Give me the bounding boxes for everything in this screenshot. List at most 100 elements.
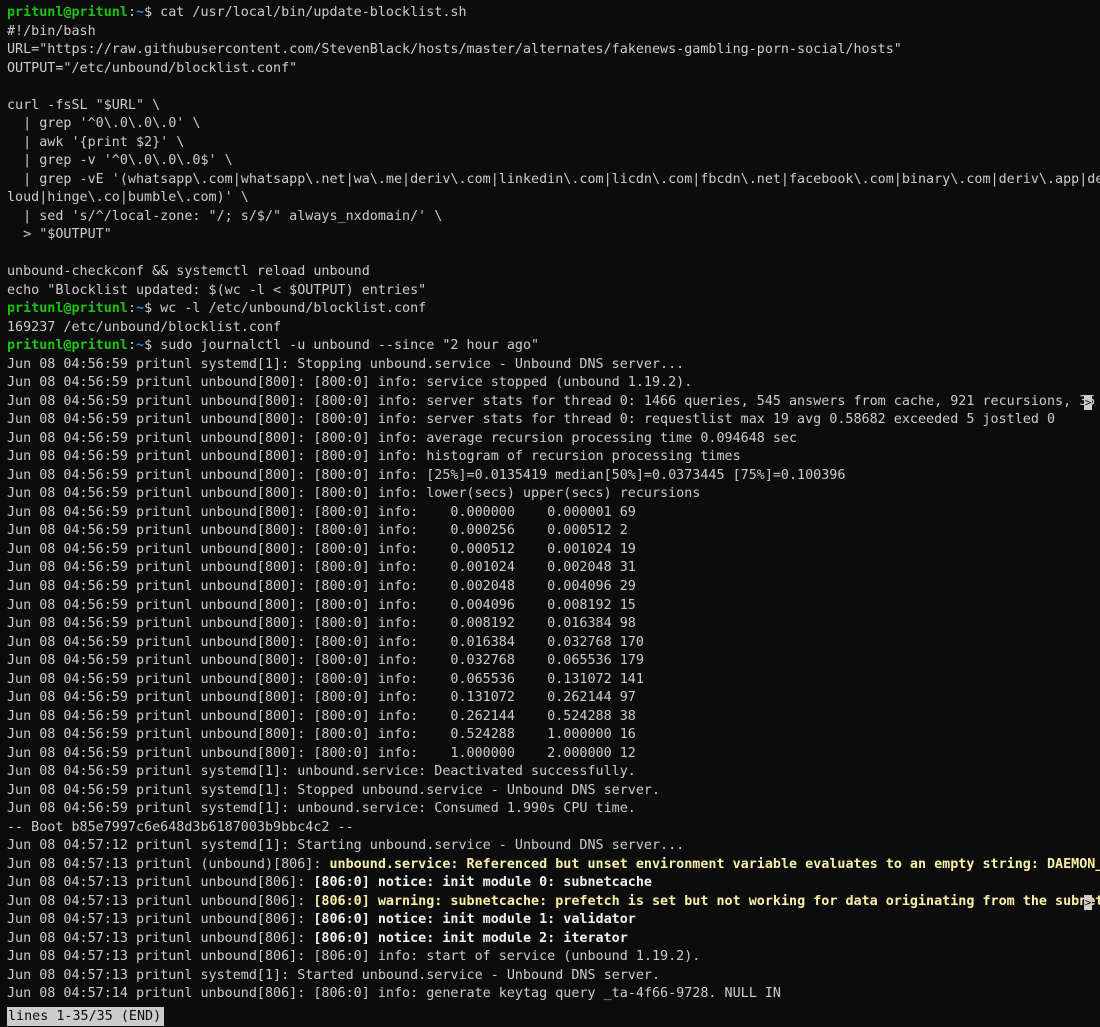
line-text: loud|hinge\.co|bumble\.com)' \ [7, 190, 249, 206]
pager-status-text: lines 1-35/35 (END) [8, 1009, 162, 1024]
prompt-separator: : [127, 338, 136, 354]
output-line: -- Boot b85e7997c6e648d3b6187003b9bbc4c2… [7, 819, 1100, 838]
terminal-output[interactable]: pritunl@pritunl:~$ cat /usr/local/bin/up… [7, 4, 1100, 1027]
output-line: | grep -v '^0\.0\.0\.0$' \ [7, 152, 1100, 171]
line-text: unbound-checkconf && systemctl reload un… [7, 264, 370, 280]
line-text: | grep -vE '(whatsapp\.com|whatsapp\.net… [7, 171, 1100, 187]
output-line: echo "Blocklist updated: $(wc -l < $OUTP… [7, 282, 1100, 301]
prompt-user-host: pritunl@pritunl [7, 301, 128, 317]
prompt-path: ~ [136, 338, 145, 354]
log-prefix: Jun 08 04:57:13 pritunl unbound[806]: [7, 875, 314, 891]
truncated-line-indicator: > [1084, 894, 1092, 910]
output-line: Jun 08 04:57:13 pritunl systemd[1]: Star… [7, 967, 1100, 986]
truncated-line-indicator: > [1084, 394, 1092, 410]
line-text: Jun 08 04:57:12 pritunl systemd[1]: Star… [7, 838, 685, 854]
output-line: curl -fsSL "$URL" \ [7, 97, 1100, 116]
log-notice-text: [806:0] notice: init module 2: iterator [313, 930, 628, 946]
output-line: Jun 08 04:56:59 pritunl unbound[800]: [8… [7, 671, 1100, 690]
shell-prompt-line: pritunl@pritunl:~$ cat /usr/local/bin/up… [7, 4, 1100, 23]
prompt-path: ~ [136, 5, 145, 20]
pager-status-bar: lines 1-35/35 (END) [7, 1007, 165, 1026]
log-notice-text: [806:0] notice: init module 0: subnetcac… [313, 875, 652, 891]
line-text: Jun 08 04:56:59 pritunl unbound[800]: [8… [7, 578, 636, 594]
line-text: Jun 08 04:56:59 pritunl unbound[800]: [8… [7, 560, 636, 576]
output-line: Jun 08 04:56:59 pritunl unbound[800]: [8… [7, 393, 1100, 412]
prompt-symbol: $ [144, 5, 153, 20]
line-text: Jun 08 04:57:13 pritunl systemd[1]: Star… [7, 967, 661, 983]
output-line: | sed 's/^/local-zone: "/; s/$/" always_… [7, 208, 1100, 227]
output-line: Jun 08 04:57:13 pritunl unbound[806]: [8… [7, 911, 1100, 930]
output-line: | grep -vE '(whatsapp\.com|whatsapp\.net… [7, 171, 1100, 190]
log-notice-text: [806:0] notice: init module 1: validator [313, 912, 636, 928]
line-text: Jun 08 04:56:59 pritunl unbound[800]: [8… [7, 523, 628, 539]
log-warning-text: unbound.service: Referenced but unset en… [329, 856, 1100, 872]
output-line: Jun 08 04:56:59 pritunl unbound[800]: [8… [7, 541, 1100, 560]
line-text: echo "Blocklist updated: $(wc -l < $OUTP… [7, 282, 427, 298]
line-text: OUTPUT="/etc/unbound/blocklist.conf" [7, 60, 298, 76]
log-warning-text: [806:0] warning: subnetcache: prefetch i… [313, 893, 1100, 909]
prompt-user-host: pritunl@pritunl [7, 338, 128, 354]
output-line: Jun 08 04:56:59 pritunl unbound[800]: [8… [7, 467, 1100, 486]
line-text: > "$OUTPUT" [7, 227, 112, 243]
log-prefix: Jun 08 04:57:13 pritunl (unbound)[806]: [7, 856, 330, 872]
output-line: Jun 08 04:56:59 pritunl unbound[800]: [8… [7, 485, 1100, 504]
output-line: Jun 08 04:56:59 pritunl systemd[1]: Stop… [7, 356, 1100, 375]
output-line: URL="https://raw.githubusercontent.com/S… [7, 41, 1100, 60]
output-line: Jun 08 04:57:13 pritunl unbound[806]: [8… [7, 874, 1100, 893]
shell-prompt-line: pritunl@pritunl:~$ sudo journalctl -u un… [7, 337, 1100, 356]
output-line: Jun 08 04:57:13 pritunl (unbound)[806]: … [7, 856, 1100, 875]
line-text: Jun 08 04:56:59 pritunl systemd[1]: Stop… [7, 782, 661, 798]
output-line: Jun 08 04:57:13 pritunl unbound[806]: [8… [7, 948, 1100, 967]
line-text: Jun 08 04:57:14 pritunl unbound[806]: [8… [7, 986, 781, 1002]
log-prefix: Jun 08 04:57:13 pritunl unbound[806]: [7, 930, 314, 946]
line-text: Jun 08 04:56:59 pritunl systemd[1]: unbo… [7, 801, 636, 817]
line-text: Jun 08 04:56:59 pritunl unbound[800]: [8… [7, 671, 644, 687]
command-text: wc -l /etc/unbound/blocklist.conf [152, 301, 427, 317]
prompt-user-host: pritunl@pritunl [7, 5, 128, 20]
prompt-separator: : [127, 301, 136, 317]
line-text: Jun 08 04:56:59 pritunl unbound[800]: [8… [7, 690, 636, 706]
line-text: | grep -v '^0\.0\.0\.0$' \ [7, 153, 233, 169]
prompt-symbol: $ [144, 338, 153, 354]
output-line: Jun 08 04:56:59 pritunl unbound[800]: [8… [7, 578, 1100, 597]
output-line: | awk '{print $2}' \ [7, 134, 1100, 153]
prompt-path: ~ [136, 301, 145, 317]
line-text: Jun 08 04:56:59 pritunl unbound[800]: [8… [7, 504, 636, 520]
line-text: Jun 08 04:56:59 pritunl unbound[800]: [8… [7, 430, 798, 446]
output-line: Jun 08 04:56:59 pritunl unbound[800]: [8… [7, 597, 1100, 616]
terminal-window[interactable]: { "lines": [ {"type":"prompt","user":"pr… [0, 0, 1100, 1027]
output-line: Jun 08 04:56:59 pritunl unbound[800]: [8… [7, 745, 1100, 764]
command-text: sudo journalctl -u unbound --since "2 ho… [152, 338, 540, 354]
line-text: Jun 08 04:57:13 pritunl unbound[806]: [8… [7, 949, 701, 965]
output-line: Jun 08 04:56:59 pritunl unbound[800]: [8… [7, 689, 1100, 708]
line-text: | grep '^0\.0\.0\.0' \ [7, 116, 201, 132]
line-text: #!/bin/bash [7, 23, 96, 39]
output-line: Jun 08 04:56:59 pritunl unbound[800]: [8… [7, 374, 1100, 393]
output-line: Jun 08 04:56:59 pritunl unbound[800]: [8… [7, 504, 1100, 523]
line-text: Jun 08 04:56:59 pritunl unbound[800]: [8… [7, 541, 636, 557]
output-line: Jun 08 04:56:59 pritunl unbound[800]: [8… [7, 522, 1100, 541]
line-text: Jun 08 04:56:59 pritunl unbound[800]: [8… [7, 708, 636, 724]
line-text: URL="https://raw.githubusercontent.com/S… [7, 42, 902, 58]
line-text: Jun 08 04:56:59 pritunl unbound[800]: [8… [7, 486, 701, 502]
output-line: Jun 08 04:56:59 pritunl unbound[800]: [8… [7, 615, 1100, 634]
output-line: 169237 /etc/unbound/blocklist.conf [7, 319, 1100, 338]
output-line: Jun 08 04:56:59 pritunl unbound[800]: [8… [7, 634, 1100, 653]
output-line: Jun 08 04:56:59 pritunl systemd[1]: unbo… [7, 763, 1100, 782]
line-text: Jun 08 04:56:59 pritunl unbound[800]: [8… [7, 745, 636, 761]
output-line: Jun 08 04:56:59 pritunl unbound[800]: [8… [7, 559, 1100, 578]
output-line: Jun 08 04:57:13 pritunl unbound[806]: [8… [7, 930, 1100, 949]
output-line: | grep '^0\.0\.0\.0' \ [7, 115, 1100, 134]
output-line: Jun 08 04:56:59 pritunl unbound[800]: [8… [7, 448, 1100, 467]
line-text: Jun 08 04:56:59 pritunl systemd[1]: Stop… [7, 356, 685, 372]
command-text: cat /usr/local/bin/update-blocklist.sh [152, 5, 467, 20]
output-line: > "$OUTPUT" [7, 226, 1100, 245]
output-line: loud|hinge\.co|bumble\.com)' \ [7, 189, 1100, 208]
line-text: Jun 08 04:56:59 pritunl unbound[800]: [8… [7, 727, 636, 743]
line-text: 169237 /etc/unbound/blocklist.conf [7, 319, 282, 335]
line-text: -- Boot b85e7997c6e648d3b6187003b9bbc4c2… [7, 819, 354, 835]
line-text: Jun 08 04:56:59 pritunl unbound[800]: [8… [7, 653, 644, 669]
line-text: Jun 08 04:56:59 pritunl unbound[800]: [8… [7, 634, 644, 650]
